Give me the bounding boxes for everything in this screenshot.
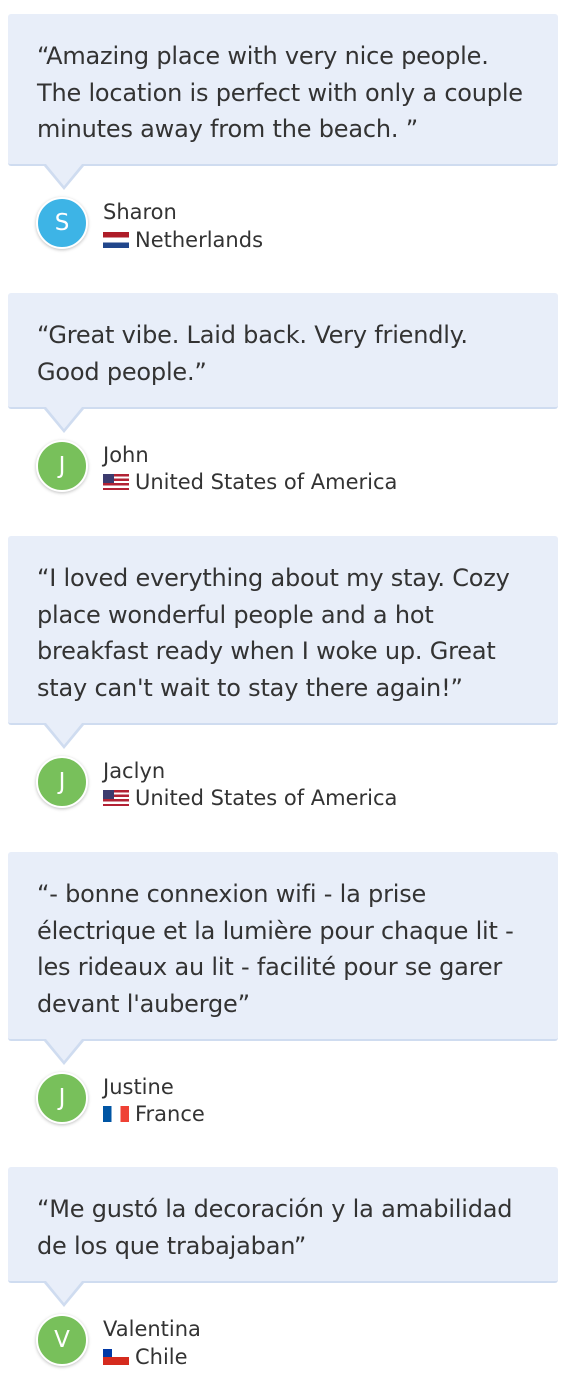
bubble-tail [46, 407, 82, 429]
review-bubble: “Great vibe. Laid back. Very friendly. G… [8, 293, 558, 409]
review-bubble: “- bonne connexion wifi - la prise élect… [8, 852, 558, 1041]
france-flag-icon [103, 1106, 129, 1122]
reviewer-country: United States of America [103, 786, 397, 810]
avatar: J [36, 756, 88, 808]
bubble-tail [46, 1039, 82, 1061]
usa-flag-icon [103, 474, 129, 490]
review-quote: “- bonne connexion wifi - la prise élect… [37, 880, 514, 1018]
review-bubble: “Amazing place with very nice people. Th… [8, 14, 558, 166]
chile-flag-icon [103, 1349, 129, 1365]
review-bubble: “I loved everything about my stay. Cozy … [8, 536, 558, 725]
bubble-tail [46, 1281, 82, 1303]
review-quote: “Me gustó la decoración y la amabilidad … [37, 1195, 513, 1260]
avatar: V [36, 1314, 88, 1366]
netherlands-flag-icon [103, 232, 129, 248]
review-quote: “Amazing place with very nice people. Th… [37, 42, 523, 143]
review-bubble: “Me gustó la decoración y la amabilidad … [8, 1167, 558, 1283]
reviewer-name: Justine [103, 1075, 174, 1099]
reviewer-country: Chile [103, 1345, 188, 1369]
reviewer-country: Netherlands [103, 228, 263, 252]
avatar: J [36, 440, 88, 492]
avatar: J [36, 1072, 88, 1124]
review-quote: “Great vibe. Laid back. Very friendly. G… [37, 321, 468, 386]
usa-flag-icon [103, 790, 129, 806]
review-quote: “I loved everything about my stay. Cozy … [37, 564, 510, 702]
avatar: S [36, 197, 88, 249]
reviewer-name: Valentina [103, 1317, 201, 1341]
bubble-tail [46, 723, 82, 745]
reviewer-country: France [103, 1102, 205, 1126]
reviewer-name: Jaclyn [103, 759, 166, 783]
reviewer-country: United States of America [103, 470, 397, 494]
reviewer-name: Sharon [103, 200, 177, 224]
bubble-tail [46, 164, 82, 186]
reviewer-name: John [103, 443, 149, 467]
